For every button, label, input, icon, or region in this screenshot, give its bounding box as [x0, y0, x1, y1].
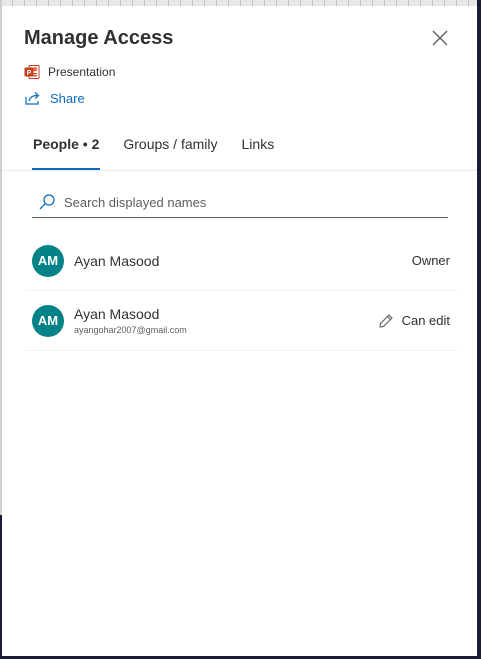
- person-name: Ayan Masood: [74, 306, 160, 322]
- share-icon: [25, 92, 40, 105]
- tab-links[interactable]: Links: [233, 132, 284, 166]
- permission-label: Can edit: [401, 313, 450, 328]
- background-edge-right: [477, 0, 481, 659]
- tab-groups-family[interactable]: Groups / family: [114, 132, 226, 166]
- file-info: P Presentation: [24, 64, 115, 80]
- dialog-title: Manage Access: [24, 27, 174, 49]
- pencil-icon: [378, 313, 393, 328]
- tab-people[interactable]: People • 2: [24, 132, 108, 170]
- search-input[interactable]: [64, 194, 424, 210]
- people-list: AM Ayan Masood Owner AM Ayan Masood ayan…: [26, 231, 458, 351]
- share-label: Share: [50, 90, 85, 106]
- avatar: AM: [32, 304, 64, 337]
- list-item: AM Ayan Masood ayangohar2007@gmail.com C…: [26, 291, 458, 351]
- search-icon: [39, 194, 55, 210]
- file-name: Presentation: [48, 65, 116, 79]
- person-name: Ayan Masood: [74, 252, 160, 269]
- access-tabs: People • 2 Groups / family Links: [24, 132, 289, 170]
- permission-dropdown[interactable]: Can edit: [378, 291, 450, 350]
- avatar: AM: [32, 244, 64, 277]
- person-email: ayangohar2007@gmail.com: [74, 325, 187, 335]
- share-link[interactable]: Share: [24, 90, 85, 106]
- tabs-divider: [2, 170, 477, 171]
- list-item: AM Ayan Masood Owner: [26, 231, 458, 291]
- close-icon[interactable]: [429, 27, 451, 49]
- svg-text:P: P: [27, 70, 32, 77]
- permission-label: Owner: [411, 253, 450, 268]
- powerpoint-icon: P: [24, 65, 40, 79]
- search-box: [32, 187, 448, 218]
